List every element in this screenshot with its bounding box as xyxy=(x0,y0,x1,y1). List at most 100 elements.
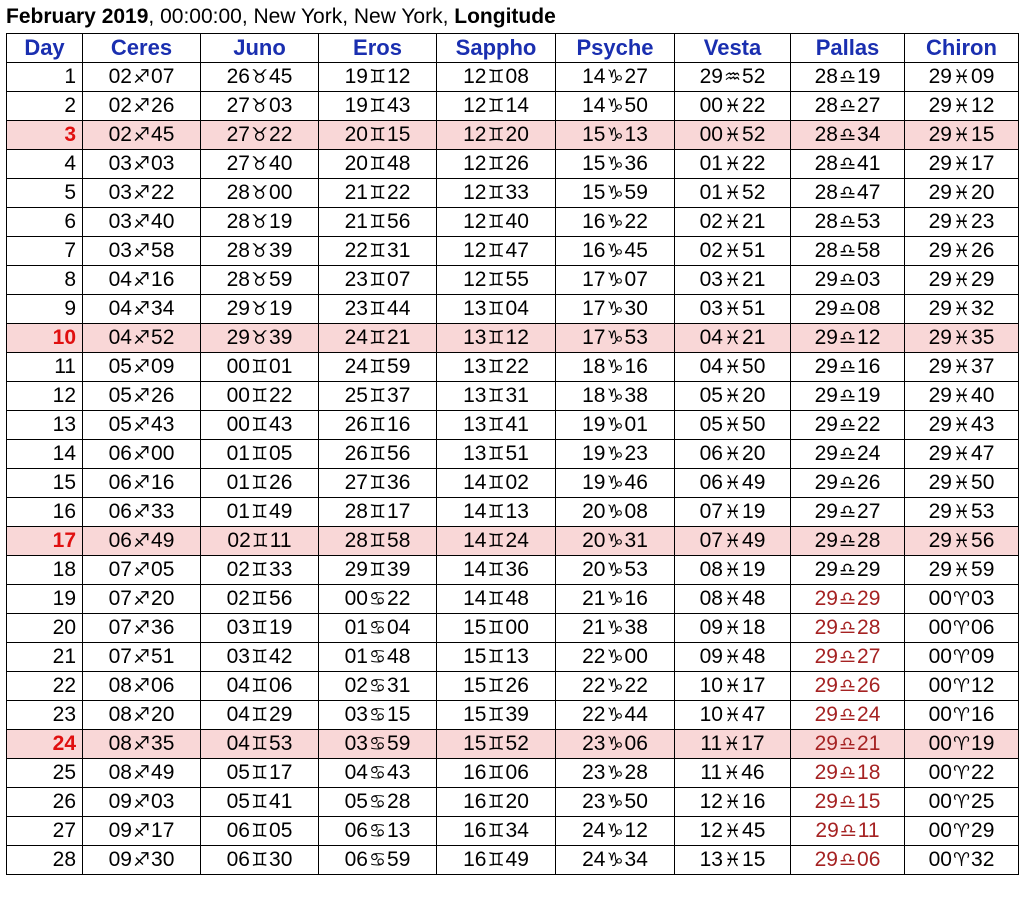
degrees: 29 xyxy=(814,413,838,436)
ceres-cell: 06♐49 xyxy=(82,526,201,556)
minutes: 43 xyxy=(387,94,411,117)
degrees: 21 xyxy=(344,181,368,204)
eros-cell: 23♊44 xyxy=(318,294,437,324)
sappho-cell: 12♊20 xyxy=(436,120,556,150)
juno-cell: 00♊01 xyxy=(200,352,319,382)
vesta-cell: 10♓47 xyxy=(674,700,791,730)
cancer-icon: ♋ xyxy=(368,704,387,726)
libra-icon: ♎ xyxy=(838,211,857,233)
degrees: 06 xyxy=(108,529,132,552)
minutes: 48 xyxy=(505,587,529,610)
minutes: 17 xyxy=(151,819,175,842)
libra-icon: ♎ xyxy=(838,269,857,291)
degrees: 29 xyxy=(814,471,838,494)
minutes: 15 xyxy=(742,848,766,871)
pallas-cell: 29♎12 xyxy=(790,323,905,353)
capricorn-icon: ♑ xyxy=(606,733,624,755)
minutes: 51 xyxy=(151,645,175,668)
minutes: 20 xyxy=(742,442,766,465)
minutes: 28 xyxy=(857,529,881,552)
pisces-icon: ♓ xyxy=(952,356,971,378)
minutes: 29 xyxy=(857,558,881,581)
minutes: 11 xyxy=(269,529,292,552)
minutes: 47 xyxy=(857,181,881,204)
minutes: 32 xyxy=(971,848,995,871)
minutes: 28 xyxy=(857,616,881,639)
gemini-icon: ♊ xyxy=(250,704,269,726)
degrees: 24 xyxy=(344,326,368,349)
ceres-cell: 08♐20 xyxy=(82,700,201,730)
table-row: 4 03♐03 27♉40 20♊48 12♊26 15♑36 01♓22 28♎41 29♓1… xyxy=(6,149,1019,179)
degrees: 04 xyxy=(108,326,132,349)
degrees: 29 xyxy=(814,297,838,320)
pisces-icon: ♓ xyxy=(723,211,742,233)
degrees: 08 xyxy=(108,703,132,726)
minutes: 28 xyxy=(387,790,411,813)
pisces-icon: ♓ xyxy=(723,646,742,668)
eros-cell: 06♋59 xyxy=(318,845,437,875)
degrees: 29 xyxy=(928,442,952,465)
minutes: 59 xyxy=(387,355,411,378)
degrees: 02 xyxy=(226,558,250,581)
psyche-cell: 17♑30 xyxy=(555,294,675,324)
sappho-cell: 14♊48 xyxy=(436,584,556,614)
sappho-cell: 15♊13 xyxy=(436,642,556,672)
minutes: 33 xyxy=(269,558,293,581)
sagittarius-icon: ♐ xyxy=(132,762,151,784)
gemini-icon: ♊ xyxy=(487,530,505,552)
minutes: 21 xyxy=(742,210,766,233)
degrees: 26 xyxy=(344,442,368,465)
juno-cell: 04♊06 xyxy=(200,671,319,701)
chiron-cell: 29♓17 xyxy=(904,149,1019,179)
minutes: 08 xyxy=(505,65,529,88)
degrees: 16 xyxy=(582,239,606,262)
gemini-icon: ♊ xyxy=(250,501,269,523)
degrees: 08 xyxy=(108,674,132,697)
psyche-cell: 18♑16 xyxy=(555,352,675,382)
vesta-cell: 01♓52 xyxy=(674,178,791,208)
juno-cell: 06♊05 xyxy=(200,816,319,846)
minutes: 16 xyxy=(742,790,766,813)
degrees: 29 xyxy=(928,413,952,436)
libra-icon: ♎ xyxy=(838,588,857,610)
degrees: 07 xyxy=(108,616,132,639)
ceres-cell: 07♐20 xyxy=(82,584,201,614)
sagittarius-icon: ♐ xyxy=(132,414,151,436)
pisces-icon: ♓ xyxy=(723,153,742,175)
minutes: 49 xyxy=(151,529,175,552)
degrees: 06 xyxy=(226,819,250,842)
degrees: 00 xyxy=(928,587,952,610)
minutes: 17 xyxy=(387,500,411,523)
degrees: 08 xyxy=(699,587,723,610)
minutes: 26 xyxy=(857,471,881,494)
minutes: 39 xyxy=(505,703,529,726)
pisces-icon: ♓ xyxy=(723,240,742,262)
degrees: 27 xyxy=(226,94,250,117)
vesta-cell: 02♓21 xyxy=(674,207,791,237)
minutes: 31 xyxy=(624,529,648,552)
minutes: 18 xyxy=(742,616,766,639)
gemini-icon: ♊ xyxy=(250,559,269,581)
aries-icon: ♈ xyxy=(952,588,971,610)
minutes: 19 xyxy=(269,210,293,233)
minutes: 41 xyxy=(505,413,529,436)
degrees: 29 xyxy=(814,674,838,697)
degrees: 03 xyxy=(344,732,368,755)
pisces-icon: ♓ xyxy=(723,95,742,117)
pisces-icon: ♓ xyxy=(952,124,971,146)
sagittarius-icon: ♐ xyxy=(132,501,151,523)
minutes: 59 xyxy=(387,732,411,755)
capricorn-icon: ♑ xyxy=(606,559,624,581)
degrees: 02 xyxy=(699,210,723,233)
gemini-icon: ♊ xyxy=(250,849,269,871)
eros-cell: 26♊56 xyxy=(318,439,437,469)
table-row: 1 02♐07 26♉45 19♊12 12♊08 14♑27 29♒52 28♎19 29♓0… xyxy=(6,62,1019,92)
capricorn-icon: ♑ xyxy=(606,472,624,494)
degrees: 28 xyxy=(814,239,838,262)
eros-cell: 06♋13 xyxy=(318,816,437,846)
libra-icon: ♎ xyxy=(838,240,857,262)
table-row: 21 07♐51 03♊42 01♋48 15♊13 22♑00 09♓48 29♎27 00♈… xyxy=(6,642,1019,672)
minutes: 43 xyxy=(971,413,995,436)
capricorn-icon: ♑ xyxy=(606,66,624,88)
vesta-cell: 04♓21 xyxy=(674,323,791,353)
